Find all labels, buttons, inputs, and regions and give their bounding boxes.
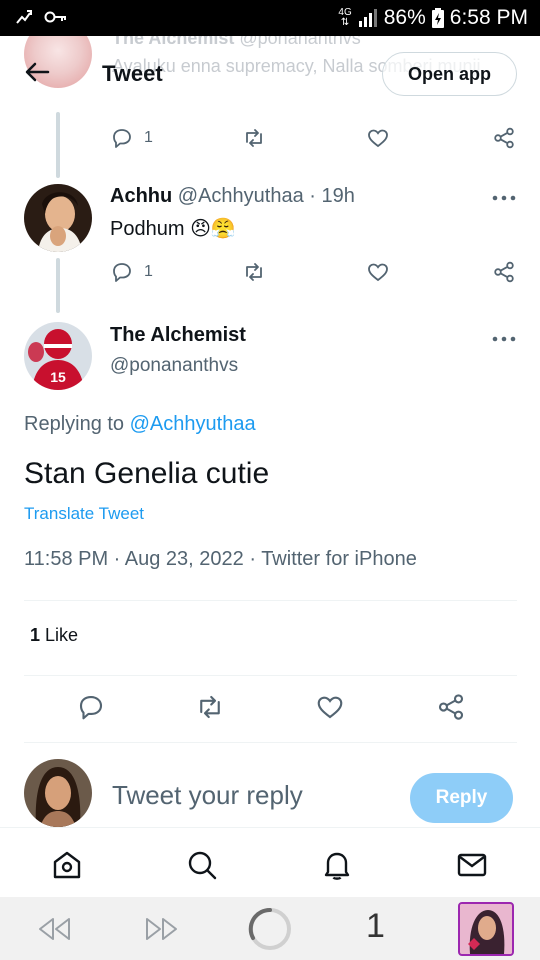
battery-charging-icon — [431, 8, 444, 28]
more-options-icon[interactable] — [491, 193, 517, 203]
emoji: 😠😤 — [190, 218, 236, 240]
search-icon[interactable] — [185, 848, 219, 882]
retweet-button[interactable] — [242, 126, 266, 150]
like-button[interactable] — [366, 260, 390, 284]
display-name[interactable]: Achhu — [110, 185, 172, 207]
page-title: Tweet — [102, 61, 163, 86]
translate-tweet-link[interactable]: Translate Tweet — [24, 504, 144, 524]
tweet-metadata[interactable]: 11:58 PM · Aug 23, 2022 · Twitter for iP… — [24, 548, 417, 571]
share-button[interactable] — [492, 260, 516, 284]
reply-input[interactable]: Tweet your reply — [112, 780, 303, 811]
like-count[interactable]: 1 Like — [30, 625, 78, 646]
rewind-icon[interactable] — [34, 914, 74, 944]
replying-to-link[interactable]: @Achhyuthaa — [130, 413, 256, 435]
tweet-text: Stan Genelia cutie — [24, 457, 270, 490]
avatar-photo — [24, 184, 92, 252]
retweet-button[interactable] — [242, 260, 266, 284]
key-icon — [44, 11, 66, 23]
display-name[interactable]: The Alchemist — [110, 324, 246, 347]
page-thumbnail[interactable] — [458, 902, 514, 956]
open-app-button[interactable]: Open app — [382, 52, 517, 96]
top-bar: Tweet Open app — [0, 44, 540, 100]
messages-icon[interactable] — [455, 848, 489, 882]
data-transfer-icon — [16, 10, 32, 24]
share-button[interactable] — [492, 126, 516, 150]
back-arrow-icon[interactable] — [22, 60, 52, 84]
divider — [24, 742, 517, 743]
avatar[interactable]: 15 — [24, 322, 92, 390]
more-options-icon[interactable] — [491, 334, 517, 344]
thread-connector — [56, 112, 60, 178]
reply-button[interactable]: 1 — [110, 260, 153, 284]
reply-count: 1 — [144, 129, 153, 146]
retweet-icon — [246, 129, 262, 147]
thread-connector — [56, 258, 60, 313]
avatar — [24, 759, 92, 827]
heart-icon — [368, 129, 388, 148]
tweet-time[interactable]: · 19h — [309, 185, 355, 207]
avatar[interactable] — [24, 184, 92, 252]
thumbnail-image — [460, 904, 512, 954]
like-button[interactable] — [366, 126, 390, 150]
tweet-actions: 1 — [108, 126, 518, 156]
bottom-nav — [0, 827, 540, 897]
loading-spinner-icon[interactable] — [247, 906, 293, 952]
retweet-icon — [246, 263, 262, 281]
avatar-photo: 15 — [24, 322, 92, 390]
reply-icon — [113, 129, 131, 148]
tweet-author: Achhu @Achhyuthaa · 19h — [110, 185, 355, 208]
fast-forward-icon[interactable] — [142, 914, 182, 944]
signal-icon — [358, 9, 377, 27]
replying-to: Replying to @Achhyuthaa — [24, 413, 256, 435]
svg-text:15: 15 — [50, 369, 66, 385]
tweet-actions: 1 — [108, 260, 518, 290]
heart-icon[interactable] — [315, 692, 345, 722]
status-bar: 4G ⇅ 86% 6:58 PM — [0, 0, 540, 36]
reply-count: 1 — [144, 263, 153, 280]
heart-icon — [368, 263, 388, 282]
battery-percent: 86% — [383, 6, 426, 29]
reply-button[interactable]: 1 — [110, 126, 153, 150]
divider — [24, 675, 517, 676]
main-tweet-actions — [0, 692, 540, 728]
notifications-icon[interactable] — [320, 848, 354, 882]
tweet-text: Podhum 😠😤 — [110, 218, 236, 240]
username[interactable]: @ponananthvs — [110, 355, 238, 377]
share-icon — [494, 261, 514, 283]
avatar-photo — [24, 759, 92, 827]
reply-button[interactable]: Reply — [410, 773, 513, 823]
share-icon — [494, 127, 514, 149]
tab-count[interactable]: 1 — [366, 907, 385, 946]
reply-icon[interactable] — [76, 692, 106, 722]
network-type: 4G ⇅ — [338, 7, 352, 28]
share-icon[interactable] — [436, 692, 466, 722]
retweet-icon[interactable] — [195, 692, 225, 722]
clock: 6:58 PM — [449, 6, 528, 29]
home-icon[interactable] — [50, 848, 84, 882]
reply-icon — [113, 263, 131, 282]
browser-toolbar: 1 — [0, 897, 540, 960]
divider — [24, 600, 517, 601]
username[interactable]: @Achhyuthaa — [178, 185, 304, 207]
reply-composer: Tweet your reply Reply — [0, 755, 540, 827]
